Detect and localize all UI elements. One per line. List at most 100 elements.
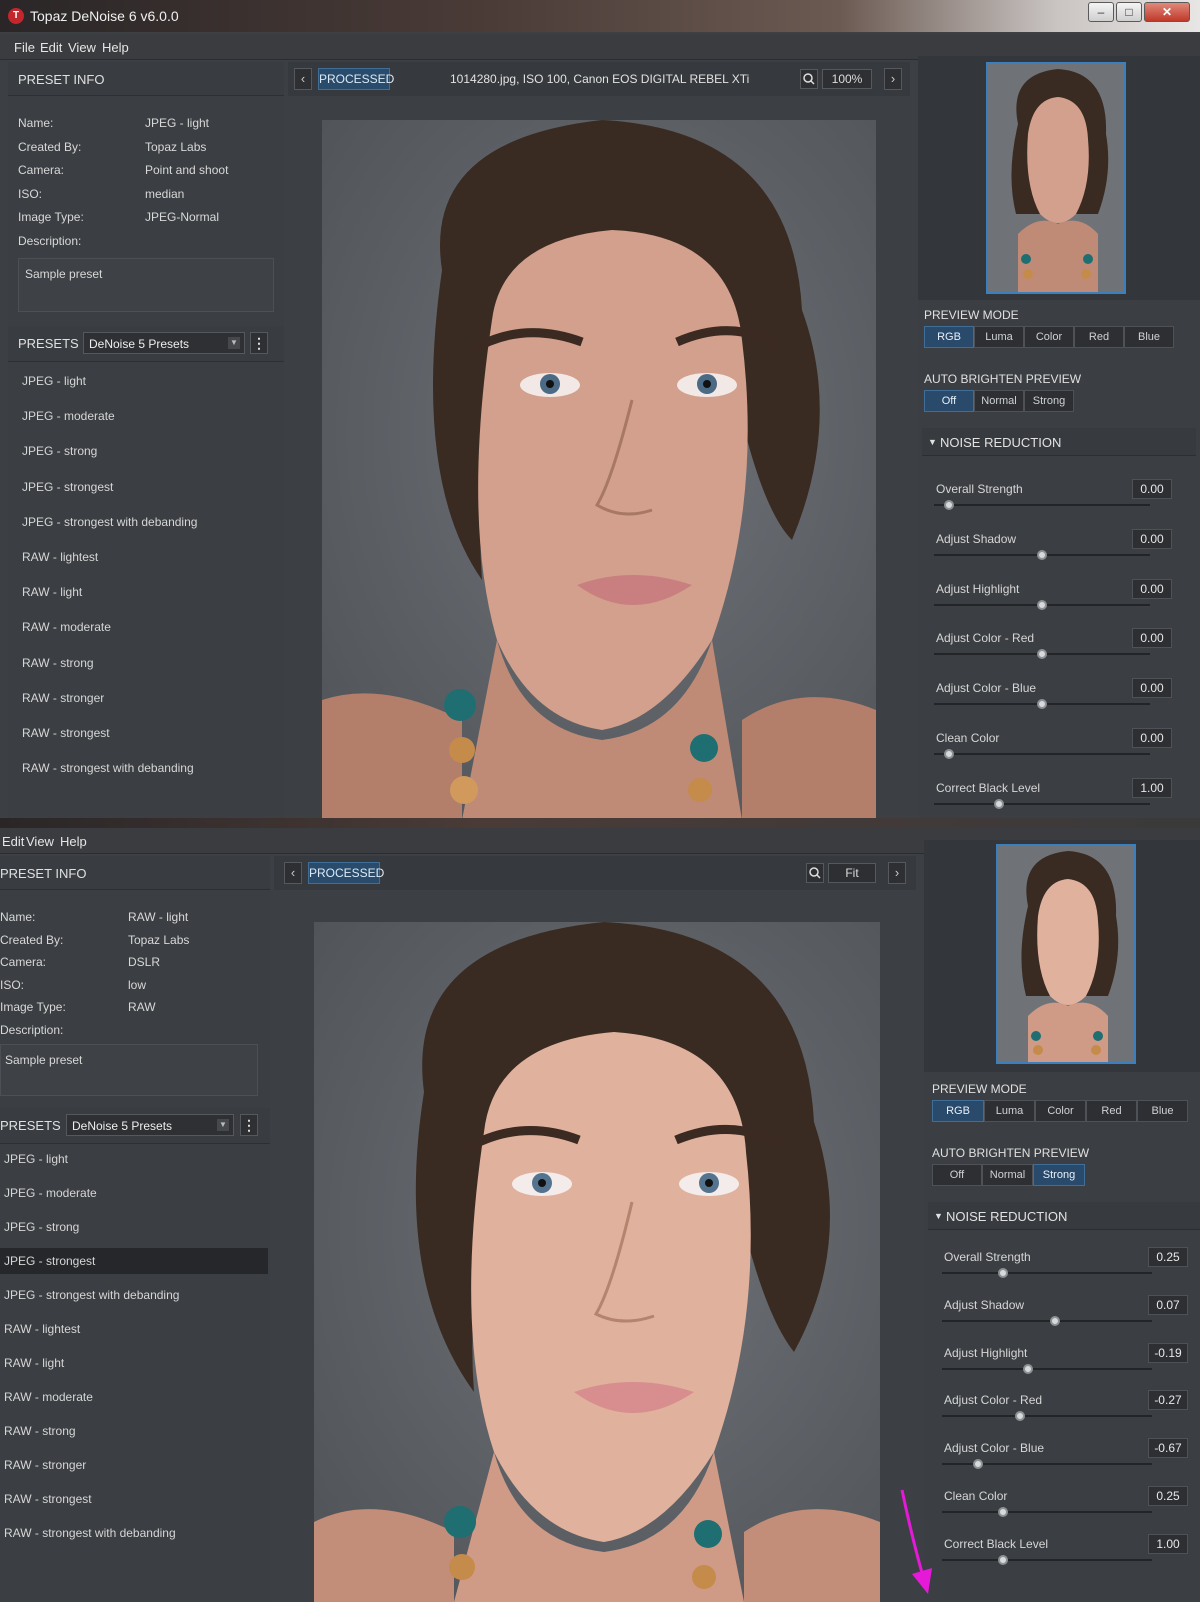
preset-list-item[interactable]: JPEG - strongest — [0, 1248, 268, 1274]
preview-image[interactable] — [314, 922, 880, 1602]
preset-list-item[interactable]: JPEG - strongest with debanding — [0, 1282, 268, 1308]
chevron-left-icon[interactable]: ‹ — [294, 68, 312, 90]
menu-view[interactable]: View — [26, 834, 54, 849]
preset-list-item[interactable]: RAW - stronger — [8, 685, 284, 711]
preview_mode-option-color[interactable]: Color — [1035, 1100, 1086, 1122]
slider-track[interactable] — [942, 1272, 1152, 1274]
auto_brighten-option-strong[interactable]: Strong — [1033, 1164, 1085, 1186]
preset-list-item[interactable]: JPEG - moderate — [0, 1180, 268, 1206]
slider-value-input[interactable]: 1.00 — [1148, 1533, 1188, 1554]
preset-list-item[interactable]: RAW - lightest — [8, 544, 284, 570]
zoom-icon[interactable] — [806, 863, 824, 883]
processed-toggle[interactable]: PROCESSED — [308, 862, 384, 884]
preset-list-item[interactable]: JPEG - light — [0, 1146, 268, 1172]
preset-list-item[interactable]: RAW - lightest — [0, 1316, 268, 1342]
zoom-level[interactable]: Fit — [828, 863, 876, 883]
zoom-icon[interactable] — [800, 69, 818, 89]
minimize-button[interactable]: – — [1088, 2, 1114, 22]
slider-thumb[interactable] — [1023, 1363, 1034, 1374]
menu-help[interactable]: Help — [102, 40, 129, 55]
preset-list-item[interactable]: JPEG - strong — [0, 1214, 268, 1240]
slider-thumb[interactable] — [993, 798, 1004, 809]
slider-value-input[interactable]: 0.00 — [1132, 578, 1172, 599]
slider-value-input[interactable]: 0.00 — [1132, 728, 1172, 748]
slider-track[interactable] — [942, 1558, 1152, 1561]
slider-value-input[interactable]: 0.00 — [1132, 678, 1172, 699]
navigator-thumbnail[interactable] — [986, 62, 1126, 294]
preview-image[interactable] — [322, 120, 876, 818]
preset-list-item[interactable]: RAW - strongest with debanding — [8, 755, 284, 781]
slider-thumb[interactable] — [997, 1507, 1008, 1517]
chevron-right-icon[interactable]: › — [884, 68, 902, 90]
presets-dropdown[interactable]: DeNoise 5 Presets ▼ — [83, 332, 245, 354]
auto_brighten-option-off[interactable]: Off — [932, 1164, 982, 1186]
chevron-left-icon[interactable]: ‹ — [284, 862, 302, 884]
slider-thumb[interactable] — [944, 500, 955, 510]
auto_brighten-option-normal[interactable]: Normal — [974, 390, 1024, 412]
slider-thumb[interactable] — [997, 1268, 1008, 1278]
navigator-thumbnail[interactable] — [996, 844, 1136, 1064]
slider-value-input[interactable]: -0.19 — [1148, 1342, 1188, 1363]
slider-value-input[interactable]: 1.00 — [1132, 777, 1172, 798]
slider-thumb[interactable] — [1014, 1411, 1025, 1422]
slider-value-input[interactable]: 0.00 — [1132, 479, 1172, 499]
menu-view[interactable]: View — [68, 40, 96, 55]
preview_mode-option-red[interactable]: Red — [1074, 326, 1124, 348]
slider-value-input[interactable]: 0.07 — [1148, 1294, 1188, 1315]
preview_mode-option-blue[interactable]: Blue — [1137, 1100, 1188, 1122]
slider-value-input[interactable]: 0.25 — [1148, 1247, 1188, 1267]
preset-list-item[interactable]: RAW - moderate — [8, 614, 284, 640]
slider-thumb[interactable] — [1037, 699, 1047, 710]
menu-help[interactable]: Help — [60, 834, 87, 849]
preset-list-item[interactable]: RAW - strongest — [8, 720, 284, 746]
preset-list-item[interactable]: RAW - strongest with debanding — [0, 1520, 268, 1546]
presets-dropdown[interactable]: DeNoise 5 Presets ▼ — [66, 1114, 234, 1136]
slider-value-input[interactable]: 0.00 — [1132, 528, 1172, 549]
auto_brighten-option-normal[interactable]: Normal — [982, 1164, 1033, 1186]
preset-list-item[interactable]: RAW - strongest — [0, 1486, 268, 1512]
preset-list-item[interactable]: JPEG - strong — [8, 438, 284, 464]
preset-list-item[interactable]: RAW - strong — [0, 1418, 268, 1444]
preview_mode-option-color[interactable]: Color — [1024, 326, 1074, 348]
slider-track[interactable] — [942, 1367, 1152, 1370]
menu-file[interactable]: File — [14, 40, 35, 55]
slider-thumb[interactable] — [1037, 549, 1047, 560]
auto_brighten-option-off[interactable]: Off — [924, 390, 974, 412]
chevron-right-icon[interactable]: › — [888, 862, 906, 884]
preset-list-item[interactable]: JPEG - strongest — [8, 474, 284, 500]
preset-list-item[interactable]: RAW - strong — [8, 650, 284, 676]
slider-thumb[interactable] — [1037, 649, 1047, 660]
preview_mode-option-blue[interactable]: Blue — [1124, 326, 1174, 348]
title-bar[interactable]: T Topaz DeNoise 6 v6.0.0 – □ ✕ — [0, 0, 1200, 32]
preview_mode-option-red[interactable]: Red — [1086, 1100, 1137, 1122]
slider-thumb[interactable] — [997, 1554, 1008, 1565]
title-bar-partial[interactable] — [0, 818, 1200, 828]
slider-track[interactable] — [934, 802, 1150, 805]
slider-track[interactable] — [942, 1511, 1152, 1513]
noise-reduction-header[interactable]: ▼ NOISE REDUCTION — [922, 428, 1196, 456]
slider-value-input[interactable]: -0.27 — [1148, 1390, 1188, 1411]
slider-track[interactable] — [942, 1319, 1152, 1322]
noise-reduction-header[interactable]: ▼ NOISE REDUCTION — [928, 1202, 1200, 1230]
description-box[interactable]: Sample preset — [0, 1044, 258, 1096]
slider-track[interactable] — [934, 504, 1150, 506]
preset-list-item[interactable]: JPEG - moderate — [8, 403, 284, 429]
preview_mode-option-luma[interactable]: Luma — [984, 1100, 1035, 1122]
menu-edit[interactable]: Edit — [40, 40, 62, 55]
preview_mode-option-rgb[interactable]: RGB — [932, 1100, 984, 1122]
processed-toggle[interactable]: PROCESSED — [318, 68, 394, 90]
maximize-button[interactable]: □ — [1116, 2, 1142, 22]
zoom-level[interactable]: 100% — [822, 69, 872, 89]
preset-list-item[interactable]: RAW - stronger — [0, 1452, 268, 1478]
more-options-icon[interactable]: ⋮ — [240, 1114, 258, 1136]
preview_mode-option-luma[interactable]: Luma — [974, 326, 1024, 348]
slider-track[interactable] — [934, 753, 1150, 755]
description-box[interactable]: Sample preset — [18, 258, 274, 312]
preset-list-item[interactable]: JPEG - light — [8, 368, 284, 394]
menu-edit[interactable]: Edit — [2, 834, 24, 849]
slider-thumb[interactable] — [944, 749, 955, 759]
slider-thumb[interactable] — [1037, 599, 1047, 610]
slider-thumb[interactable] — [1050, 1315, 1061, 1326]
preset-list-item[interactable]: JPEG - strongest with debanding — [8, 509, 284, 535]
slider-value-input[interactable]: -0.67 — [1148, 1438, 1188, 1459]
